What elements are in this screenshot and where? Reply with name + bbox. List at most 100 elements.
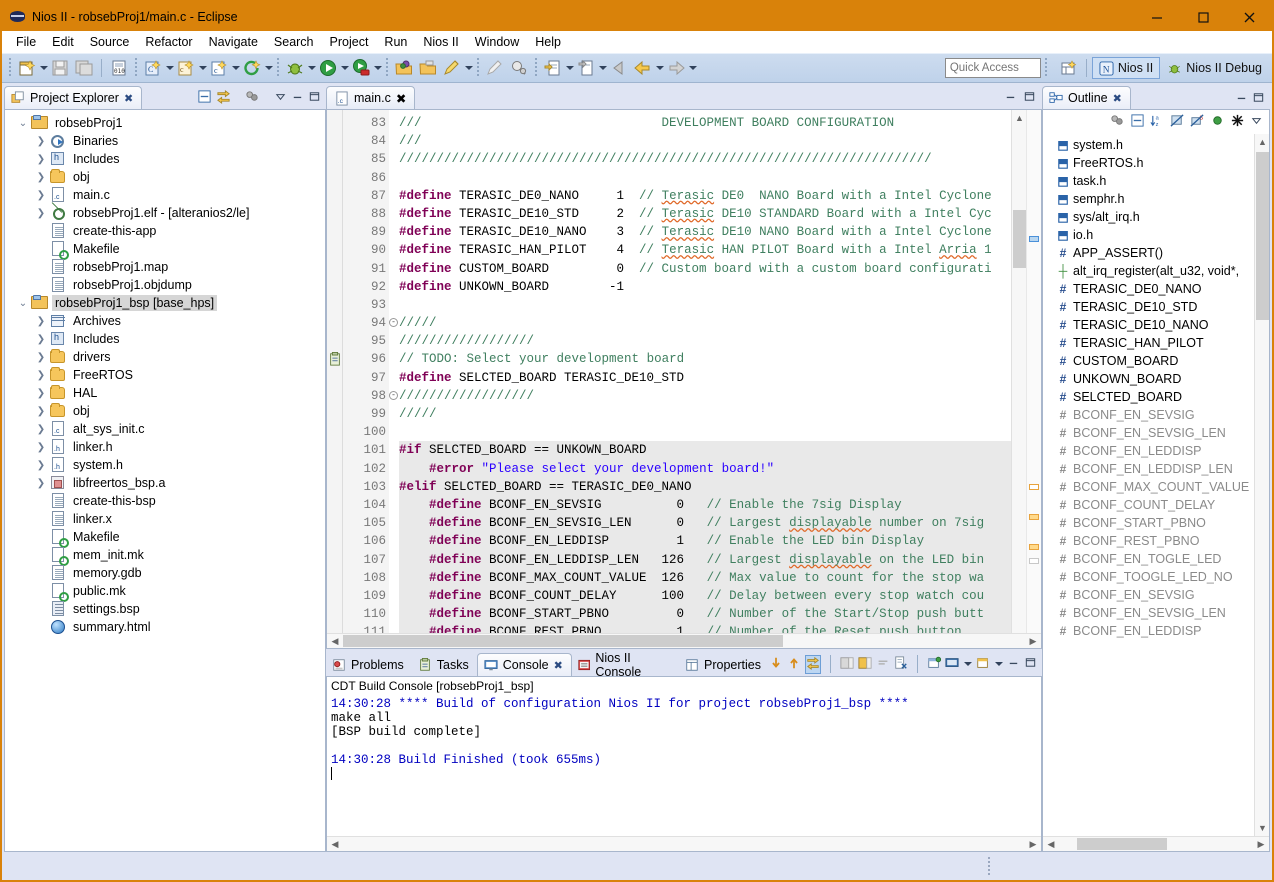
minimize-button[interactable] [1134,2,1180,31]
tab-tasks[interactable]: Tasks [412,653,477,676]
new-wizard-icon[interactable] [15,55,39,81]
code-line[interactable]: /// [399,132,1011,150]
editor-annotation-ruler[interactable] [1026,110,1041,648]
outline-item-bconf-en-sevsig[interactable]: # BCONF_EN_SEVSIG [1043,586,1269,604]
editor-marker-ruler[interactable] [327,110,343,648]
tree-item-hal[interactable]: ❯ HAL [5,384,325,402]
tree-item-robsebproj1-elf-alteranios2-le-[interactable]: ❯ robsebProj1.elf - [alteranios2/le] [5,204,325,222]
scroll-left-icon[interactable]: ◀ [1043,837,1059,851]
tab-outline[interactable]: Outline ✖ [1042,86,1131,109]
save-all-icon[interactable] [72,55,96,81]
next-annotation-icon[interactable] [541,55,565,81]
outline-item-bconf-start-pbno[interactable]: # BCONF_START_PBNO [1043,514,1269,532]
build-all-icon[interactable] [240,55,264,81]
toolbar-handle-3[interactable] [277,58,279,78]
annotation-marker[interactable] [1029,544,1039,550]
menu-project[interactable]: Project [322,33,377,51]
marker-icon[interactable] [440,55,464,81]
annotation-marker[interactable] [1029,514,1039,520]
toolbar-handle-6[interactable] [535,58,537,78]
toolbar-handle-2[interactable] [135,58,137,78]
perspective-nios-ii[interactable]: N Nios II [1091,57,1161,79]
code-line[interactable]: #define BCONF_EN_LEDDISP_LEN 126 // Larg… [399,550,1011,569]
open-type-icon[interactable] [392,55,416,81]
console-horizontal-scrollbar[interactable]: ◀ ▶ [327,836,1041,851]
code-scroll-region[interactable]: 83 84 85 86 87 88 89 90 91 92 93 94- 95 96 97 98- 99 100 1… [343,110,1011,648]
code-line[interactable] [399,169,1011,187]
code-line[interactable]: #error "Please select your development b… [399,459,1011,478]
save-icon[interactable] [48,55,72,81]
display-console-icon[interactable] [945,656,959,673]
close-icon[interactable]: ✖ [1113,92,1122,105]
tree-item-settings-bsp[interactable]: settings.bsp [5,600,325,618]
tree-item-create-this-app[interactable]: create-this-app [5,222,325,240]
code-line[interactable]: /// DEVELOPMENT BOARD CONFIGURATION [399,114,1011,132]
outline-item-bconf-en-leddisp-len[interactable]: # BCONF_EN_LEDDISP_LEN [1043,460,1269,478]
code-line[interactable]: #define BCONF_EN_SEVSIG_LEN 0 // Largest… [399,514,1011,533]
chevron-right-icon[interactable]: ❯ [33,370,49,381]
chevron-right-icon[interactable]: ❯ [33,190,49,201]
annotation-marker[interactable] [1029,558,1039,564]
outline-item-freertos-h[interactable]: ⬒ FreeRTOS.h [1043,154,1269,172]
tree-item-summary-html[interactable]: summary.html [5,618,325,636]
project-explorer-body[interactable]: ⌄ robsebProj1 ❯ Binaries ❯ Includes ❯ obj ❯ main.… [5,110,325,851]
maximize-icon[interactable] [1252,91,1265,107]
maximize-button[interactable] [1180,2,1226,31]
tree-item-obj[interactable]: ❯ obj [5,168,325,186]
code-line[interactable]: #define BCONF_MAX_COUNT_VALUE 126 // Max… [399,568,1011,587]
outline-item-custom-board[interactable]: # CUSTOM_BOARD [1043,352,1269,370]
tab-properties[interactable]: Properties [679,653,769,676]
outline-item-bconf-toogle-led-no[interactable]: # BCONF_TOOGLE_LED_NO [1043,568,1269,586]
close-button[interactable] [1226,2,1272,31]
menu-refactor[interactable]: Refactor [137,33,200,51]
menu-edit[interactable]: Edit [44,33,82,51]
chevron-down-icon[interactable]: ⌄ [15,118,31,129]
tree-item-system-h[interactable]: ❯ system.h [5,456,325,474]
new-console-view-icon[interactable] [976,656,990,673]
code-line[interactable] [399,296,1011,314]
outline-item-bconf-en-sevsig-len[interactable]: # BCONF_EN_SEVSIG_LEN [1043,604,1269,622]
tree-item-libfreertos-bsp-a[interactable]: ❯ libfreertos_bsp.a [5,474,325,492]
code-line[interactable] [399,423,1011,441]
chevron-right-icon[interactable]: ❯ [33,388,49,399]
maximize-icon[interactable] [1024,656,1037,672]
outline-item-bconf-en-sevsig[interactable]: # BCONF_EN_SEVSIG [1043,406,1269,424]
code-line[interactable]: #define TERASIC_DE10_NANO 3 // Terasic D… [399,223,1011,241]
run-icon[interactable] [316,55,340,81]
outline-hscroll-track[interactable] [1059,837,1253,851]
chevron-right-icon[interactable]: ❯ [33,154,49,165]
backward-history-dropdown-icon[interactable] [655,58,664,78]
new-wizard-dropdown-icon[interactable] [39,58,48,78]
chevron-right-icon[interactable]: ❯ [33,172,49,183]
open-console-icon[interactable] [927,656,942,673]
tree-item-robsebproj1[interactable]: ⌄ robsebProj1 [5,114,325,132]
tree-item-mem-init-mk[interactable]: mem_init.mk [5,546,325,566]
new-c-project-icon[interactable]: C [141,55,165,81]
tree-item-create-this-bsp[interactable]: create-this-bsp [5,492,325,510]
previous-annotation-dropdown-icon[interactable] [598,58,607,78]
scroll-up-icon[interactable]: ▲ [1255,134,1269,150]
menu-navigate[interactable]: Navigate [201,33,266,51]
fold-toggle-icon[interactable]: - [389,390,398,400]
scroll-up-icon[interactable]: ▲ [1012,110,1027,126]
tab-nios-ii-console[interactable]: Nios II Console [572,651,679,679]
new-c-file-icon[interactable]: c [207,55,231,81]
outline-item-app-assert-[interactable]: # APP_ASSERT() [1043,244,1269,262]
code-line[interactable]: #define BCONF_COUNT_DELAY 100 // Delay b… [399,586,1011,606]
menu-run[interactable]: Run [376,33,415,51]
annotation-marker[interactable] [1029,236,1039,242]
outline-item-sys-alt-irq-h[interactable]: ⬒ sys/alt_irq.h [1043,208,1269,226]
close-icon[interactable]: ✖ [124,92,133,105]
console-output[interactable]: 14:30:28 **** Build of configuration Nio… [327,695,1041,836]
scroll-lock-down-icon[interactable] [769,656,783,673]
collapse-all-icon[interactable] [1130,113,1145,131]
backward-history-icon[interactable] [631,55,655,81]
tree-item-memory-gdb[interactable]: memory.gdb [5,564,325,582]
code-line[interactable]: ////////////////////////////////////////… [399,150,1011,168]
marker-dropdown-icon[interactable] [464,58,473,78]
debug-dropdown-icon[interactable] [307,58,316,78]
forward-history-dropdown-icon[interactable] [688,58,697,78]
maximize-icon[interactable] [1023,90,1036,106]
open-perspective-icon[interactable] [1057,55,1081,81]
scroll-right-icon[interactable]: ▶ [1025,837,1041,851]
